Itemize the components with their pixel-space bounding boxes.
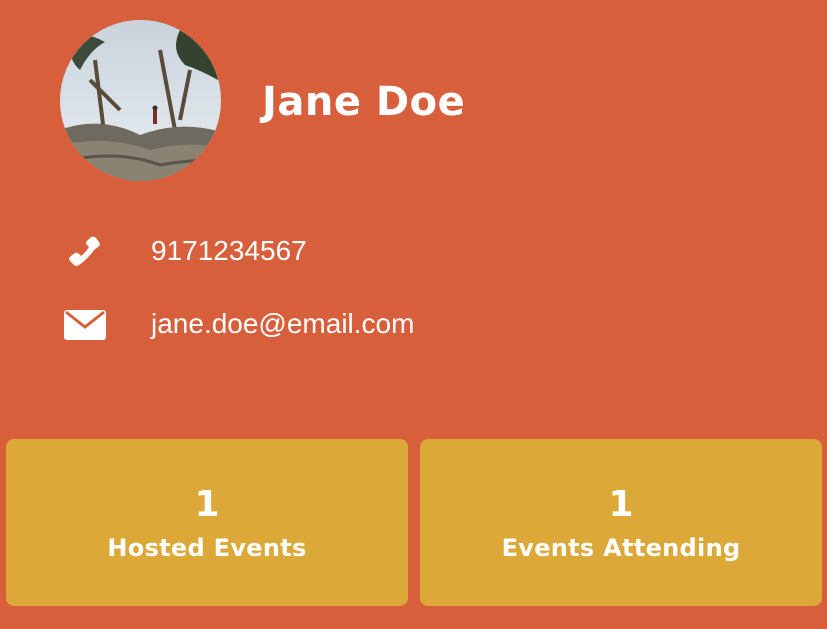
- profile-photo: [60, 20, 221, 181]
- profile-name: Jane Doe: [262, 79, 466, 125]
- hosted-events-card[interactable]: 1 Hosted Events: [6, 439, 408, 606]
- hosted-events-count: 1: [194, 484, 220, 525]
- avatar[interactable]: [60, 20, 221, 181]
- events-attending-card[interactable]: 1 Events Attending: [420, 439, 822, 606]
- phone-icon: [64, 232, 106, 270]
- contact-phone-row[interactable]: 9171234567: [0, 226, 827, 276]
- contact-email-row[interactable]: jane.doe@email.com: [0, 299, 827, 349]
- envelope-icon: [64, 305, 106, 343]
- hosted-events-label: Hosted Events: [107, 534, 307, 562]
- events-attending-count: 1: [608, 484, 634, 525]
- events-attending-label: Events Attending: [501, 534, 741, 562]
- phone-number: 9171234567: [151, 235, 307, 266]
- email-address: jane.doe@email.com: [151, 308, 415, 339]
